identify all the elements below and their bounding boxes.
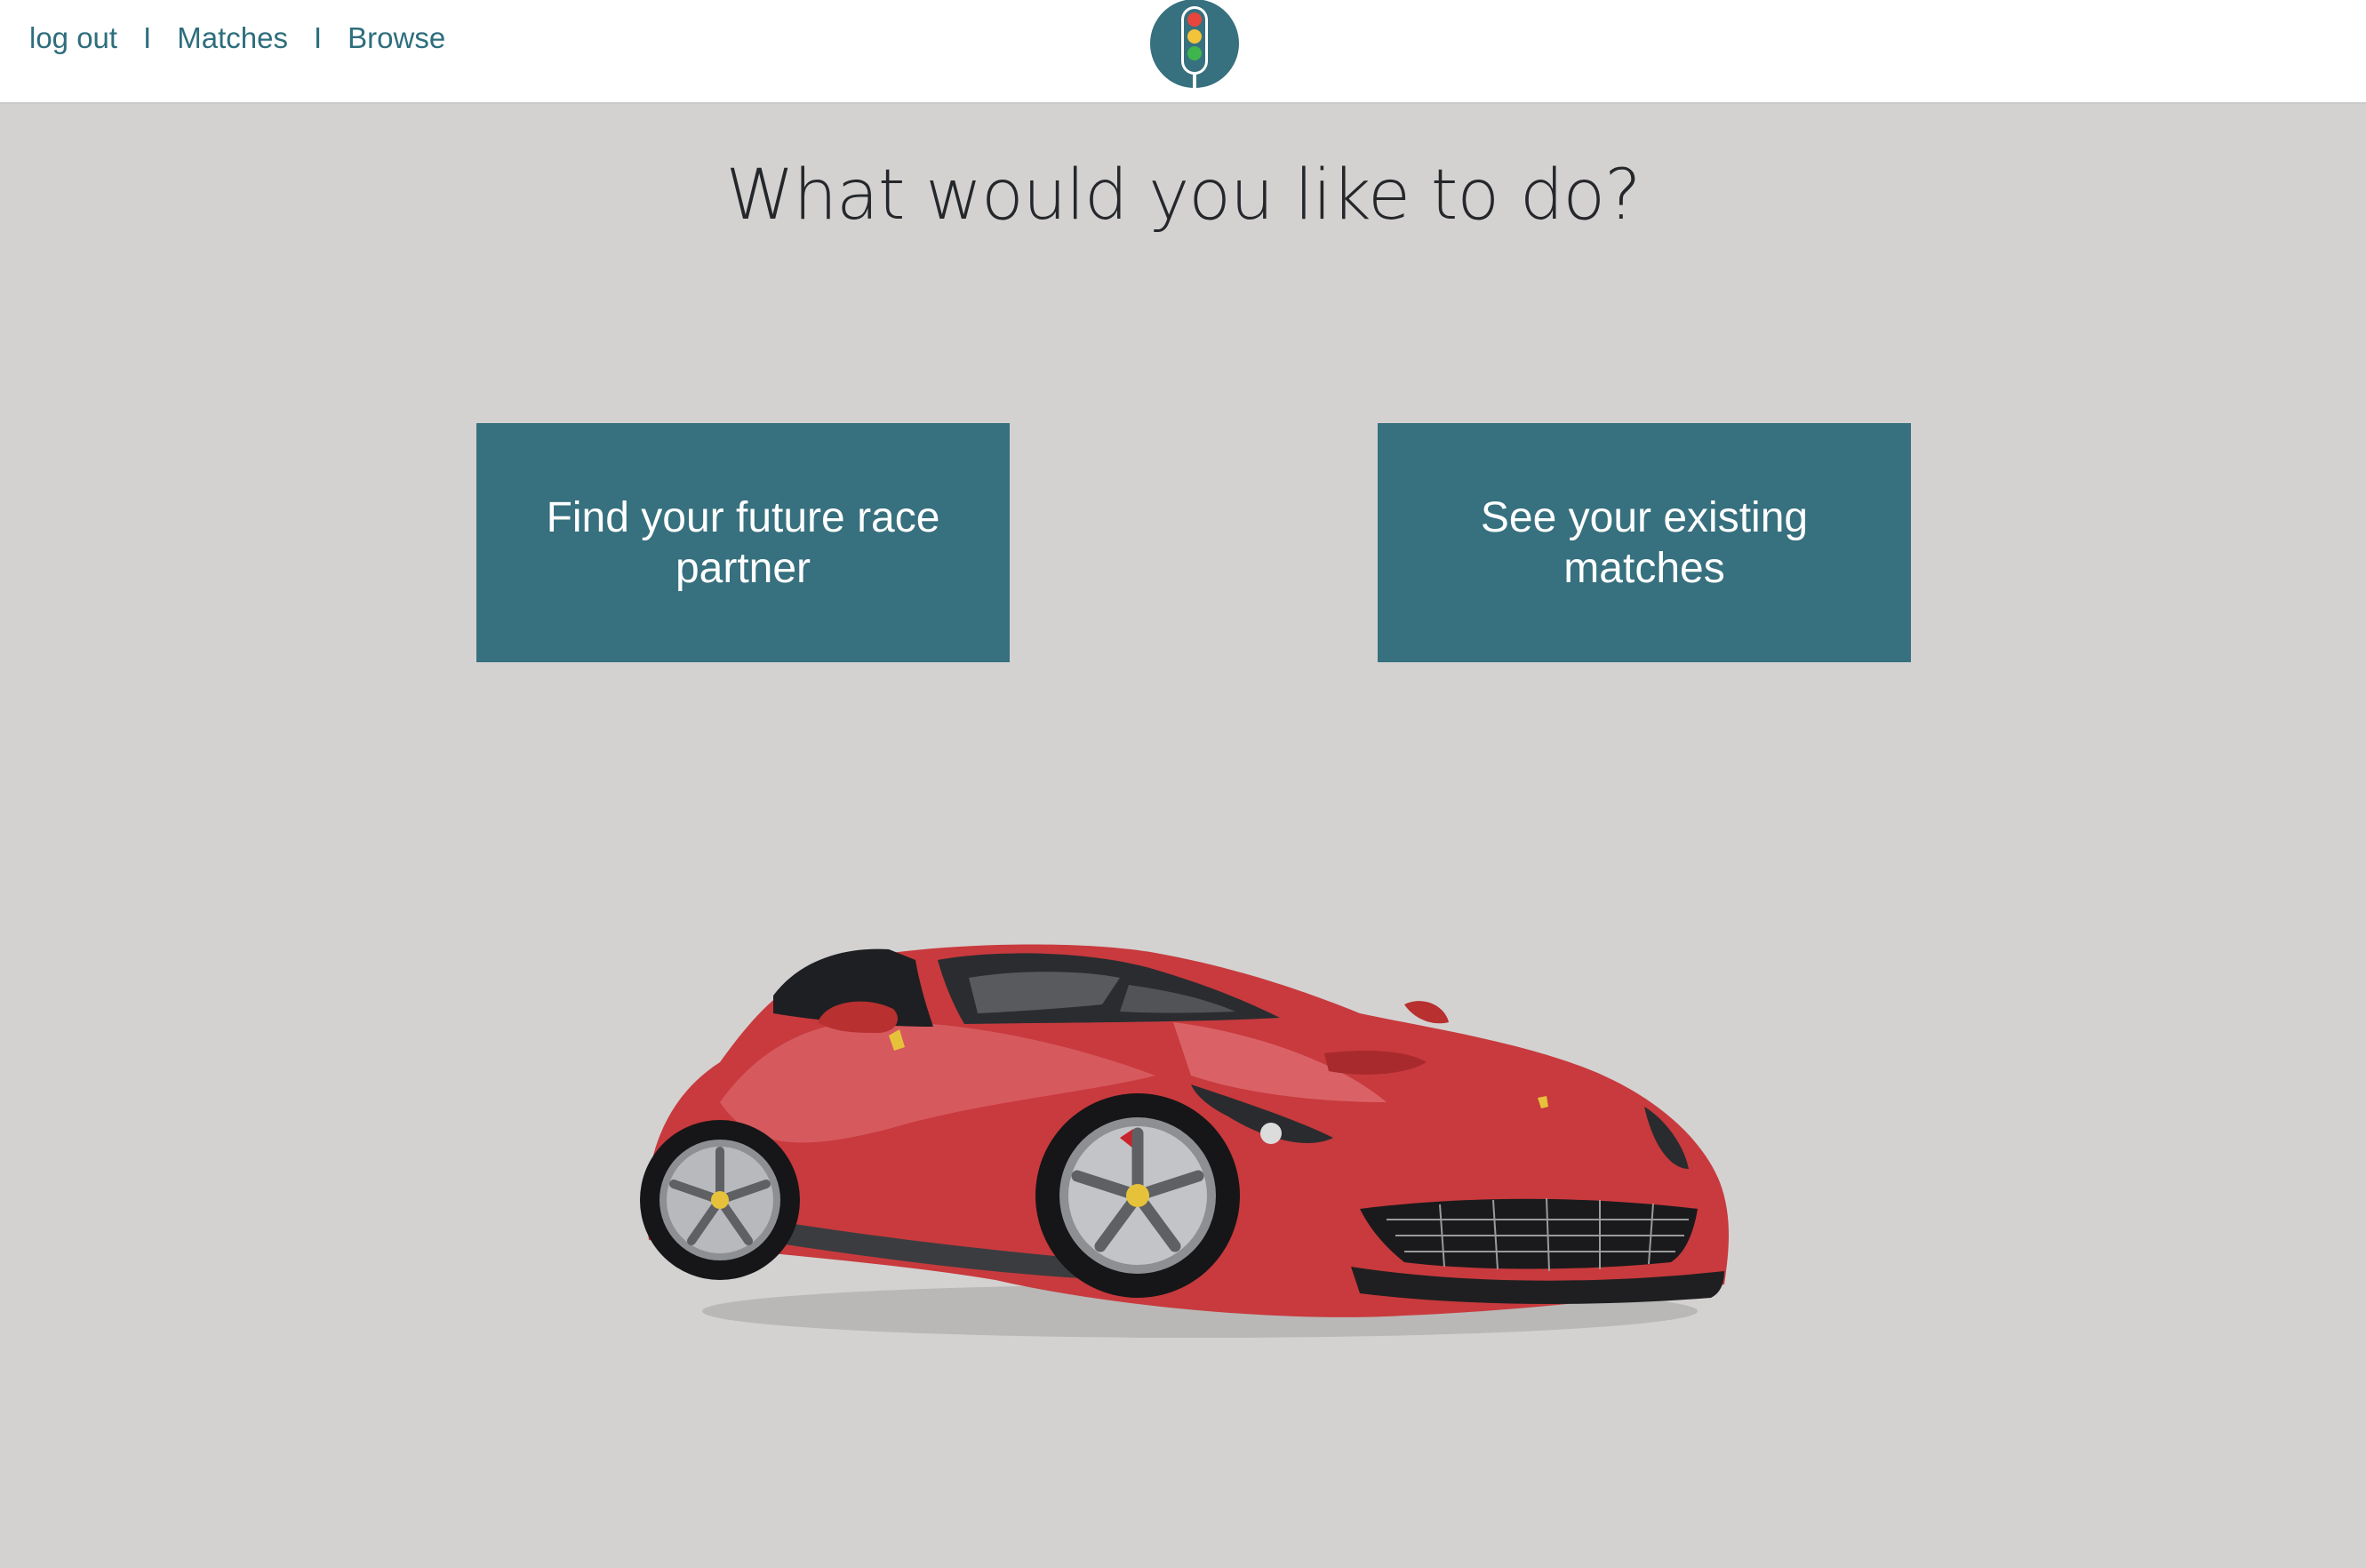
logout-link[interactable]: log out (29, 21, 117, 55)
see-matches-button[interactable]: See your existing matches (1378, 423, 1911, 662)
traffic-light-icon[interactable] (1149, 0, 1240, 91)
nav-links: log out I Matches I Browse (29, 21, 445, 55)
top-nav-bar: log out I Matches I Browse (0, 0, 2366, 104)
red-sports-car-image (640, 944, 1729, 1338)
find-race-partner-button[interactable]: Find your future race partner (476, 423, 1010, 662)
see-matches-label: See your existing matches (1480, 493, 1809, 592)
browse-link[interactable]: Browse (348, 21, 445, 55)
nav-separator: I (143, 21, 152, 54)
nav-separator: I (313, 21, 323, 54)
find-race-partner-label: Find your future race partner (546, 493, 940, 592)
page-title: What would you like to do? (725, 156, 1641, 236)
matches-link[interactable]: Matches (177, 21, 288, 55)
